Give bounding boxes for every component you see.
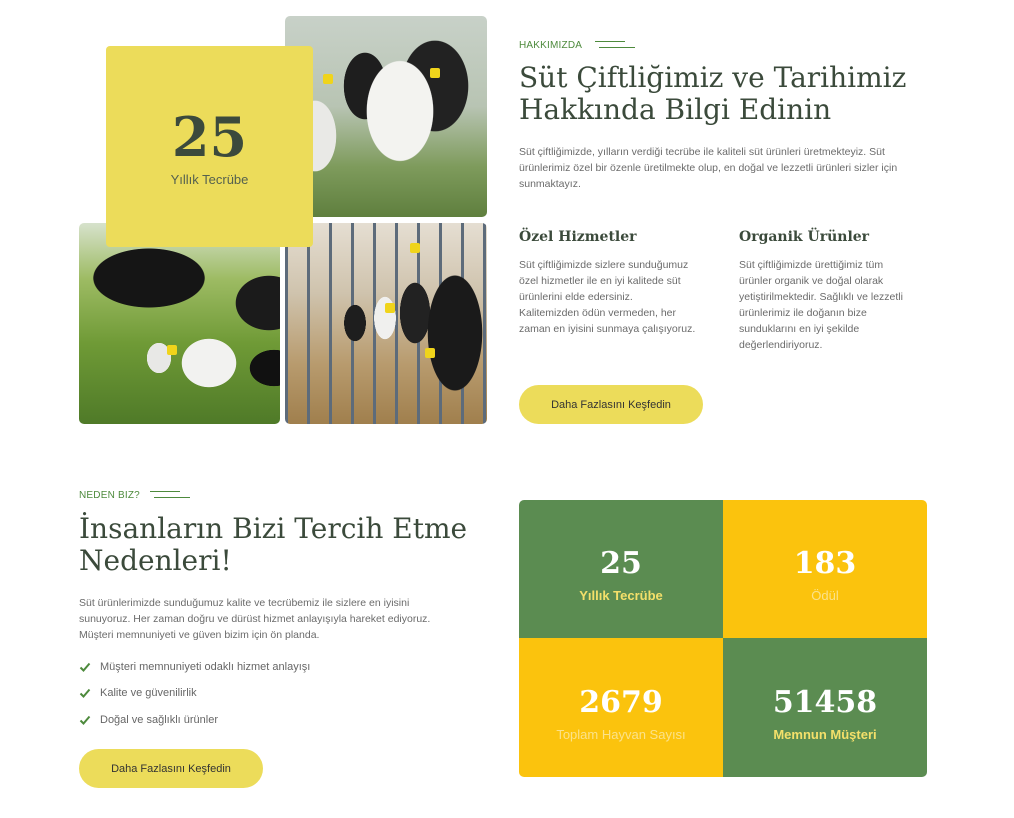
cow-portrait-image <box>285 16 487 217</box>
about-title: Süt Çiftliğimiz ve Tarihimiz Hakkında Bi… <box>519 62 906 126</box>
ear-tag-icon <box>410 243 420 253</box>
check-icon <box>79 715 91 725</box>
cows-in-barn-image <box>285 223 487 424</box>
stat-experience: 25 Yıllık Tecrübe <box>519 500 723 638</box>
feature-text-line: ürünlerimiz ile doğanın bize <box>739 307 867 319</box>
why-eyebrow: NEDEN BIZ? <box>79 490 140 501</box>
stat-label: Memnun Müşteri <box>773 727 877 742</box>
check-icon <box>79 662 91 672</box>
feature-text-organic-products: Süt çiftliğimizde ürettiğimiz tüm ürünle… <box>739 257 939 353</box>
feature-title-organic-products: Organik Ürünler <box>739 229 870 245</box>
why-title-line: İnsanların Bizi Tercih Etme <box>79 512 468 545</box>
feature-text-line: zaman en iyisini sunmaya çalışıyoruz. <box>519 323 696 335</box>
stat-number: 183 <box>793 546 857 581</box>
checklist-item: Kalite ve güvenilirlik <box>79 686 197 700</box>
feature-text-line: yetiştirilmektedir. Sağlıklı ve lezzetli <box>739 291 903 303</box>
checklist-item: Müşteri memnuniyeti odaklı hizmet anlayı… <box>79 660 310 674</box>
about-title-line: Hakkında Bilgi Edinin <box>519 93 832 126</box>
about-intro-line: ürünlerimiz özel bir özenle üretilmekte … <box>519 162 898 174</box>
stats-grid: 25 Yıllık Tecrübe 183 Ödül 2679 Toplam H… <box>519 500 927 777</box>
stat-number: 25 <box>600 546 642 581</box>
feature-text-line: özel hizmetler ile en iyi kalitede süt <box>519 275 681 287</box>
stat-label: Ödül <box>811 588 839 603</box>
feature-text-line: sunduklarını en iyi şekilde <box>739 323 860 335</box>
feature-text-line: ürünlerini elde edersiniz. <box>519 291 633 303</box>
eyebrow-divider <box>595 41 625 42</box>
checklist-item-label: Doğal ve sağlıklı ürünler <box>100 714 219 726</box>
ear-tag-icon <box>385 303 395 313</box>
about-intro-line: Süt çiftliğimizde, yılların verdiği tecr… <box>519 146 885 158</box>
feature-text-line: değerlendiriyoruz. <box>739 339 823 351</box>
ear-tag-icon <box>167 345 177 355</box>
ear-tag-icon <box>430 68 440 78</box>
about-intro: Süt çiftliğimizde, yılların verdiği tecr… <box>519 144 939 192</box>
eyebrow-divider <box>599 47 635 48</box>
feature-text-special-services: Süt çiftliğimizde sizlere sunduğumuz öze… <box>519 257 719 337</box>
stat-happy-customers: 51458 Memnun Müşteri <box>723 638 927 777</box>
feature-text-line: Süt çiftliğimizde sizlere sunduğumuz <box>519 259 689 271</box>
why-intro: Süt ürünlerimizde sunduğumuz kalite ve t… <box>79 595 499 643</box>
about-eyebrow: HAKKIMIZDA <box>519 40 583 51</box>
why-intro-line: Müşteri memnuniyeti ve güven bizim için … <box>79 629 320 641</box>
stat-label: Yıllık Tecrübe <box>579 588 663 603</box>
why-discover-more-button[interactable]: Daha Fazlasını Keşfedin <box>79 749 263 788</box>
checklist-item-label: Kalite ve güvenilirlik <box>100 687 197 699</box>
why-intro-line: Süt ürünlerimizde sunduğumuz kalite ve t… <box>79 597 410 609</box>
checklist-item-label: Müşteri memnuniyeti odaklı hizmet anlayı… <box>100 661 311 673</box>
stat-label: Toplam Hayvan Sayısı <box>556 727 686 742</box>
about-title-line: Süt Çiftliğimiz ve Tarihimiz <box>519 61 907 94</box>
why-intro-line: sunuyoruz. Her zaman doğru ve dürüst hiz… <box>79 613 431 625</box>
stat-awards: 183 Ödül <box>723 500 927 638</box>
stat-total-animals: 2679 Toplam Hayvan Sayısı <box>519 638 723 777</box>
feature-text-line: ürünler organik ve doğal olarak <box>739 275 884 287</box>
experience-badge: 25 Yıllık Tecrübe <box>106 46 313 247</box>
stat-number: 51458 <box>772 685 878 720</box>
why-title: İnsanların Bizi Tercih Etme Nedenleri! <box>79 513 467 577</box>
ear-tag-icon <box>323 74 333 84</box>
experience-label: Yıllık Tecrübe <box>170 172 249 187</box>
experience-number: 25 <box>171 105 248 169</box>
about-intro-line: sunmaktayız. <box>519 178 581 190</box>
about-discover-more-button[interactable]: Daha Fazlasını Keşfedin <box>519 385 703 424</box>
check-icon <box>79 688 91 698</box>
feature-title-special-services: Özel Hizmetler <box>519 229 637 245</box>
feature-text-line: Süt çiftliğimizde ürettiğimiz tüm <box>739 259 884 271</box>
ear-tag-icon <box>425 348 435 358</box>
feature-text-line: Kalitemizden ödün vermeden, her <box>519 307 677 319</box>
why-title-line: Nedenleri! <box>79 544 232 577</box>
stat-number: 2679 <box>579 685 663 720</box>
calf-in-field-image <box>79 223 280 424</box>
eyebrow-divider <box>150 491 180 492</box>
eyebrow-divider <box>154 497 190 498</box>
checklist-item: Doğal ve sağlıklı ürünler <box>79 713 218 727</box>
